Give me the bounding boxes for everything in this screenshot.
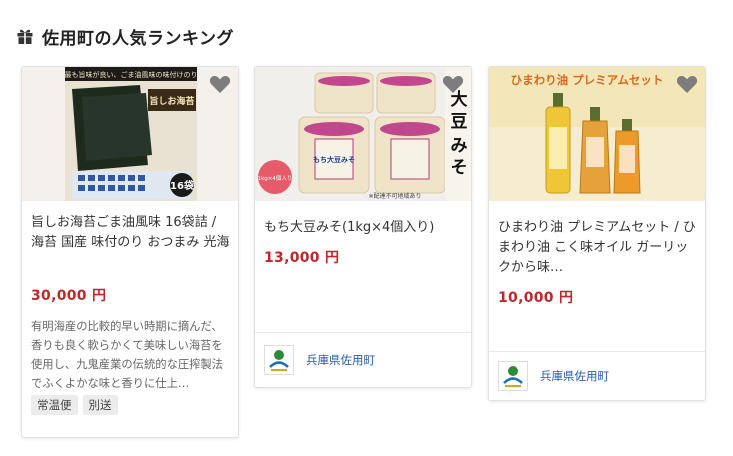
svg-text:もち大豆みそ: もち大豆みそ [313,155,355,164]
product-card[interactable]: もち大豆みそ 1kg×4個入り 大 豆 み そ ※配達不可地域あり もち大豆みそ… [254,66,472,388]
product-name[interactable]: ひまわり油 プレミアムセット / ひまわり油 こく味オイル ガーリックから味… [498,218,697,278]
product-card[interactable]: ひまわり油 プレミアムセット ひまわり油 プレミアムセット / ひまわり油 こく… [488,66,706,401]
svg-text:旨しお海苔: 旨しお海苔 [149,95,194,107]
svg-text:※配達不可地域あり: ※配達不可地域あり [368,192,421,200]
svg-text:そ: そ [451,158,468,178]
municipality-name[interactable]: 兵庫県佐用町 [540,368,609,384]
tag: 常温便 [31,395,78,415]
product-price: 10,000 円 [498,290,574,306]
product-name[interactable]: もち大豆みそ(1kg×4個入り) [264,218,463,238]
svg-text:16袋: 16袋 [170,179,195,192]
product-image[interactable]: もち大豆みそ 1kg×4個入り 大 豆 み そ ※配達不可地域あり [255,67,471,201]
favorite-heart-icon[interactable] [442,74,464,94]
product-price: 13,000 円 [264,250,340,266]
svg-text:み: み [451,136,468,156]
municipality-link[interactable]: 兵庫県佐用町 [255,332,471,387]
town-emblem-icon [264,345,294,375]
product-image[interactable]: 最も旨味が良い、ごま油風味の味付けのり 旨しお海苔 16袋 [22,67,238,201]
municipality-name[interactable]: 兵庫県佐用町 [306,352,375,368]
gift-icon [17,29,33,44]
svg-text:豆: 豆 [451,112,468,132]
svg-text:ひまわり油 プレミアムセット: ひまわり油 プレミアムセット [511,73,664,87]
town-emblem-icon [498,361,528,391]
product-name[interactable]: 旨しお海苔ごま油風味 16袋詰 / 海苔 国産 味付のり おつまみ 光海 [31,213,230,253]
svg-text:1kg×4個入り: 1kg×4個入り [258,174,293,182]
product-image[interactable]: ひまわり油 プレミアムセット [489,67,705,201]
section-title: 佐用町の人気ランキング [42,28,234,49]
svg-text:最も旨味が良い、ごま油風味の味付けのり: 最も旨味が良い、ごま油風味の味付けのり [65,70,198,79]
product-price: 30,000 円 [31,288,107,304]
municipality-link[interactable]: 兵庫県佐用町 [489,351,705,400]
tag-list: 常温便 別送 [31,395,118,415]
tag: 別送 [82,395,118,415]
product-description: 有明海産の比較的早い時期に摘んだ、香りも良く軟らかくて美味しい海苔を使用し、九鬼… [31,320,224,390]
favorite-heart-icon[interactable] [209,74,231,94]
favorite-heart-icon[interactable] [676,74,698,94]
product-card[interactable]: 最も旨味が良い、ごま油風味の味付けのり 旨しお海苔 16袋 旨しお海苔ごま油風味… [21,66,239,438]
section-heading: 佐用町の人気ランキング [16,24,234,49]
